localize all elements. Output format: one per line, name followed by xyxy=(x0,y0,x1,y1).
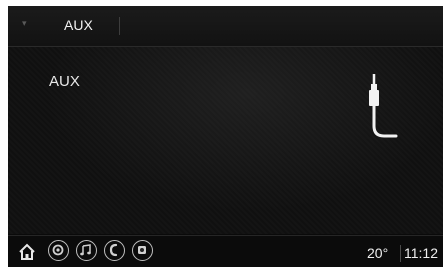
main-content: AUX xyxy=(8,47,443,234)
header-title[interactable]: AUX xyxy=(64,17,93,33)
header-bar: ▾ AUX xyxy=(8,6,443,47)
home-icon[interactable] xyxy=(18,243,36,261)
temperature-readout[interactable]: 20° xyxy=(367,245,388,261)
phone-icon xyxy=(109,243,118,257)
footer-divider xyxy=(400,245,401,262)
infotainment-screen: ▾ AUX AUX 20° 11:12 xyxy=(8,6,443,267)
settings-icon xyxy=(52,244,64,256)
source-label: AUX xyxy=(49,73,80,90)
camera-button[interactable] xyxy=(132,240,153,261)
camera-icon xyxy=(138,246,146,254)
header-divider xyxy=(119,17,120,35)
music-note-icon xyxy=(80,244,91,256)
dropdown-caret-icon[interactable]: ▾ xyxy=(22,18,27,29)
music-button[interactable] xyxy=(76,240,97,261)
clock: 11:12 xyxy=(404,245,438,261)
aux-plug-icon xyxy=(369,74,398,138)
settings-button[interactable] xyxy=(48,240,69,261)
phone-button[interactable] xyxy=(104,240,125,261)
footer-bar: 20° 11:12 xyxy=(8,235,443,267)
